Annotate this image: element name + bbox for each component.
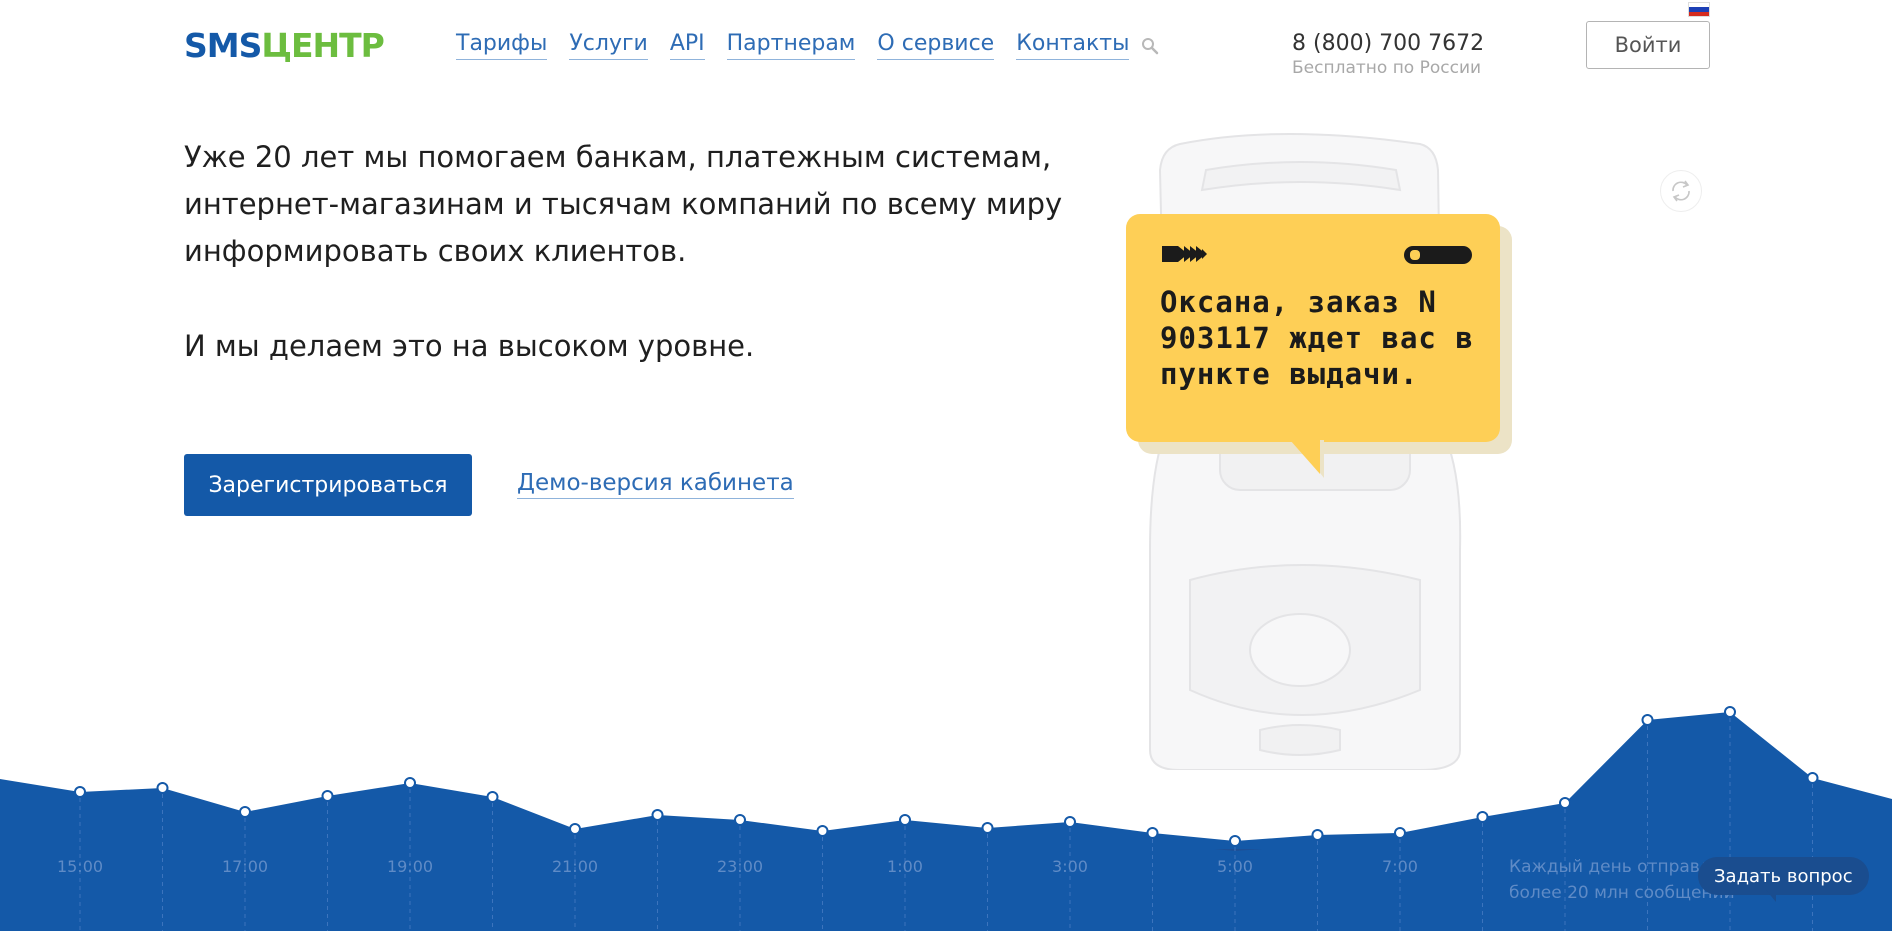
signal-icon bbox=[1162, 246, 1472, 264]
chart-point[interactable] bbox=[981, 822, 994, 834]
nav-tariffs[interactable]: Тарифы bbox=[456, 30, 548, 60]
chart-x-tick-label: 1:00 bbox=[887, 857, 923, 876]
hero-paragraph: Уже 20 лет мы помогаем банкам, платежным… bbox=[184, 140, 1063, 268]
chart-point[interactable] bbox=[1064, 816, 1076, 828]
chart-x-tick-label: 23:00 bbox=[717, 857, 763, 876]
chart-point[interactable] bbox=[734, 814, 746, 826]
russian-flag-icon[interactable] bbox=[1688, 2, 1710, 17]
main-nav: Тарифы Услуги API Партнерам О сервисе Ко… bbox=[456, 30, 1130, 60]
chart-x-tick-label: 5:00 bbox=[1217, 857, 1253, 876]
search-icon[interactable] bbox=[1138, 34, 1162, 58]
hero-paragraph-2: И мы делаем это на высоком уровне. bbox=[184, 329, 755, 363]
register-button[interactable]: Зарегистрироваться bbox=[184, 454, 472, 516]
chart-x-tick-label: 3:00 bbox=[1052, 857, 1088, 876]
chart-point[interactable] bbox=[1641, 714, 1654, 726]
chart-point[interactable] bbox=[1559, 797, 1571, 809]
chart-point[interactable] bbox=[321, 790, 334, 802]
nav-api[interactable]: API bbox=[669, 30, 705, 60]
chart-point[interactable] bbox=[651, 809, 664, 821]
chart-x-tick-label: 7:00 bbox=[1382, 857, 1418, 876]
refresh-icon[interactable] bbox=[1660, 170, 1702, 212]
chart-point[interactable] bbox=[1311, 829, 1324, 841]
chart-point[interactable] bbox=[1806, 772, 1819, 784]
ask-question-button[interactable]: Задать вопрос bbox=[1698, 857, 1869, 895]
nav-contacts[interactable]: Контакты bbox=[1016, 30, 1130, 60]
chart-point[interactable] bbox=[1476, 811, 1489, 823]
chart-x-tick-label: 21:00 bbox=[552, 857, 598, 876]
logo-sms: SMS bbox=[184, 26, 262, 65]
demo-link[interactable]: Демо-версия кабинета bbox=[517, 468, 794, 499]
site-logo[interactable]: SMSЦЕНТР bbox=[184, 26, 385, 66]
chart-point[interactable] bbox=[239, 806, 251, 818]
nav-partners[interactable]: Партнерам bbox=[726, 30, 856, 60]
phone-subtitle: Бесплатно по России bbox=[1292, 58, 1482, 78]
ask-question-tail bbox=[1766, 890, 1776, 902]
sms-message-text: Оксана, заказ N 903117 ждет вас в пункте… bbox=[1160, 285, 1474, 391]
sms-bubble-tail bbox=[1290, 440, 1324, 478]
chart-point[interactable] bbox=[74, 786, 86, 798]
chart-point[interactable] bbox=[156, 782, 169, 794]
chart-x-tick-label: 17:00 bbox=[222, 857, 268, 876]
chart-point[interactable] bbox=[899, 814, 911, 826]
nav-services[interactable]: Услуги bbox=[569, 30, 648, 60]
login-button[interactable]: Войти bbox=[1586, 21, 1710, 69]
chart-point[interactable] bbox=[404, 777, 416, 789]
chart-area bbox=[0, 712, 1892, 849]
phone-number[interactable]: 8 (800) 700 7672 bbox=[1292, 30, 1484, 58]
chart-point[interactable] bbox=[1229, 835, 1241, 847]
chart-point[interactable] bbox=[1394, 827, 1406, 839]
chart-point[interactable] bbox=[1724, 706, 1736, 718]
flag-stripe-red bbox=[1689, 11, 1709, 16]
chart-point[interactable] bbox=[816, 825, 829, 837]
chart-point[interactable] bbox=[569, 823, 581, 835]
chart-x-tick-label: 15:00 bbox=[57, 857, 103, 876]
chart-point[interactable] bbox=[1146, 827, 1159, 839]
nav-about[interactable]: О сервисе bbox=[877, 30, 995, 60]
chart-point[interactable] bbox=[486, 791, 499, 803]
chart-x-tick-label: 19:00 bbox=[387, 857, 433, 876]
logo-centr: ЦЕНТР bbox=[261, 26, 384, 65]
